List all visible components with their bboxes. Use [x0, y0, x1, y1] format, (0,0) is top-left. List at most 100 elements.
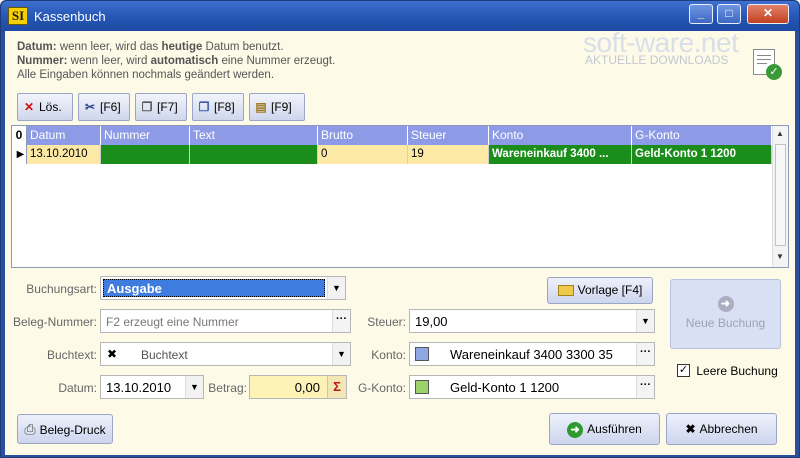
steuer-select[interactable]: 19,00 ▼ — [409, 309, 655, 333]
cell-text[interactable] — [190, 145, 318, 164]
betrag-input[interactable]: 0,00 Σ — [249, 375, 347, 399]
neue-buchung-button[interactable]: ➜ Neue Buchung — [670, 279, 781, 349]
client-area: Datum: wenn leer, wird das heutige Datum… — [5, 27, 795, 455]
info-nummer-end: eine Nummer erzeugt. — [218, 55, 336, 67]
maximize-button[interactable]: □ — [717, 4, 741, 24]
delete-x-icon: ✕ — [23, 100, 35, 114]
leere-buchung-label: Leere Buchung — [696, 363, 778, 378]
steuer-value: 19,00 — [415, 314, 448, 329]
betrag-value: 0,00 — [294, 380, 320, 395]
paste-icon: ▤ — [255, 100, 267, 114]
konto-dots-button[interactable]: ··· — [636, 343, 654, 365]
cell-nummer[interactable] — [101, 145, 190, 164]
cell-steuer[interactable]: 19 — [408, 145, 489, 164]
neue-buchung-label: Neue Buchung — [685, 316, 766, 330]
beleg-dots-button[interactable]: ··· — [332, 310, 350, 332]
cell-datum[interactable]: 13.10.2010 — [27, 145, 101, 164]
delete-button[interactable]: ✕ Lös. — [17, 93, 73, 121]
beleg-druck-button[interactable]: ⎙ Beleg-Druck — [17, 414, 113, 444]
konto-value: Wareneinkauf 3400 3300 35 — [450, 347, 613, 362]
info-datum-text: wenn leer, wird das — [56, 41, 162, 53]
gkonto-label: G-Konto: — [357, 381, 406, 395]
col-datum[interactable]: Datum — [27, 126, 101, 145]
konto-label: Konto: — [371, 348, 406, 362]
info-nummer-label: Nummer: — [17, 55, 68, 67]
datum-value: 13.10.2010 — [106, 380, 172, 395]
buchtext-label: Buchtext: — [46, 348, 97, 362]
copy2-label: [F8] — [214, 100, 235, 114]
info-datum-bold: heutige — [161, 41, 203, 53]
buchungsart-label: Buchungsart: — [26, 282, 97, 296]
konto-select[interactable]: Wareneinkauf 3400 3300 35 ··· — [409, 342, 655, 366]
paste-button[interactable]: ▤ [F9] — [249, 93, 305, 121]
ausfuehren-button[interactable]: ➜ Ausführen — [549, 413, 660, 445]
chevron-down-icon[interactable]: ▼ — [636, 310, 654, 332]
info-text: Datum: wenn leer, wird das heutige Datum… — [17, 40, 577, 82]
abbrechen-button[interactable]: ✖ Abbrechen — [666, 413, 777, 445]
col-text[interactable]: Text — [190, 126, 318, 145]
grid-header: 0 Datum Nummer Text Brutto Steuer Konto … — [12, 126, 772, 145]
gkonto-value: Geld-Konto 1 1200 — [450, 380, 560, 395]
cell-konto[interactable]: Wareneinkauf 3400 ... — [489, 145, 632, 164]
info-nummer-bold: automatisch — [150, 55, 219, 67]
buchungsart-select[interactable]: Ausgabe ▼ — [100, 276, 346, 300]
minimize-button[interactable]: _ — [689, 4, 713, 24]
grid-scrollbar[interactable]: ▲ ▼ — [772, 126, 788, 267]
copy2-button[interactable]: ❐ [F8] — [192, 93, 244, 121]
cell-gkonto[interactable]: Geld-Konto 1 1200 — [632, 145, 772, 164]
info-nummer-text: wenn leer, wird — [67, 55, 151, 67]
ausfuehren-label: Ausführen — [587, 422, 642, 436]
grid-corner[interactable]: 0 — [12, 126, 27, 145]
scroll-thumb[interactable] — [775, 144, 786, 246]
clear-x-icon[interactable]: ✖ — [107, 347, 117, 361]
chevron-down-icon[interactable]: ▼ — [327, 277, 345, 299]
col-brutto[interactable]: Brutto — [318, 126, 408, 145]
scroll-up-icon[interactable]: ▲ — [776, 129, 784, 138]
document-check-icon: ✓ — [753, 49, 782, 80]
table-row[interactable]: ▶ 13.10.2010 0 19 Wareneinkauf 3400 ... … — [12, 145, 772, 164]
printer-icon: ⎙ — [24, 421, 36, 437]
close-button[interactable]: ✕ — [747, 4, 789, 24]
kassenbuch-window: SI Kassenbuch _ □ ✕ Datum: wenn leer, wi… — [0, 0, 800, 458]
sum-sigma-icon[interactable]: Σ — [327, 376, 346, 398]
window-title: Kassenbuch — [34, 9, 106, 24]
datum-input[interactable]: 13.10.2010 ▼ — [100, 375, 204, 399]
chevron-down-icon[interactable]: ▼ — [332, 343, 350, 365]
copy-label: [F7] — [157, 100, 178, 114]
leere-buchung-checkbox[interactable]: ✓ Leere Buchung — [677, 363, 778, 378]
info-datum-label: Datum: — [17, 41, 57, 53]
buchungsart-value: Ausgabe — [103, 279, 325, 297]
scroll-down-icon[interactable]: ▼ — [776, 252, 784, 261]
col-steuer[interactable]: Steuer — [408, 126, 489, 145]
date-dropdown-icon[interactable]: ▼ — [185, 376, 203, 398]
buchtext-select[interactable]: ✖ Buchtext ▼ — [100, 342, 351, 366]
folder-icon — [557, 285, 574, 297]
konto-color-swatch — [415, 347, 429, 361]
buchtext-value: Buchtext — [141, 348, 188, 362]
beleg-nummer-input[interactable]: F2 erzeugt eine Nummer ··· — [100, 309, 351, 333]
beleg-nummer-placeholder: F2 erzeugt eine Nummer — [106, 315, 239, 329]
row-marker: ▶ — [12, 145, 27, 164]
bookings-grid[interactable]: 0 Datum Nummer Text Brutto Steuer Konto … — [11, 125, 789, 268]
betrag-label: Betrag: — [208, 381, 247, 395]
abbrechen-label: Abbrechen — [699, 422, 758, 436]
beleg-nummer-label: Beleg-Nummer: — [12, 315, 97, 329]
go-arrow-icon: ➜ — [567, 421, 584, 438]
scissors-icon: ✂ — [84, 100, 96, 114]
gkonto-dots-button[interactable]: ··· — [636, 376, 654, 398]
cell-brutto[interactable]: 0 — [318, 145, 408, 164]
checkmark-icon[interactable]: ✓ — [677, 364, 690, 378]
copy-button[interactable]: ❐ [F7] — [135, 93, 187, 121]
col-gkonto[interactable]: G-Konto — [632, 126, 772, 145]
copy-icon: ❐ — [141, 100, 153, 114]
col-konto[interactable]: Konto — [489, 126, 632, 145]
cut-button[interactable]: ✂ [F6] — [78, 93, 130, 121]
vorlage-label: Vorlage [F4] — [577, 283, 643, 297]
gkonto-color-swatch — [415, 380, 429, 394]
vorlage-button[interactable]: Vorlage [F4] — [547, 277, 653, 304]
delete-label: Lös. — [39, 100, 62, 114]
datum-label: Datum: — [58, 381, 97, 395]
col-nummer[interactable]: Nummer — [101, 126, 190, 145]
cancel-x-icon: ✖ — [685, 422, 696, 436]
gkonto-select[interactable]: Geld-Konto 1 1200 ··· — [409, 375, 655, 399]
